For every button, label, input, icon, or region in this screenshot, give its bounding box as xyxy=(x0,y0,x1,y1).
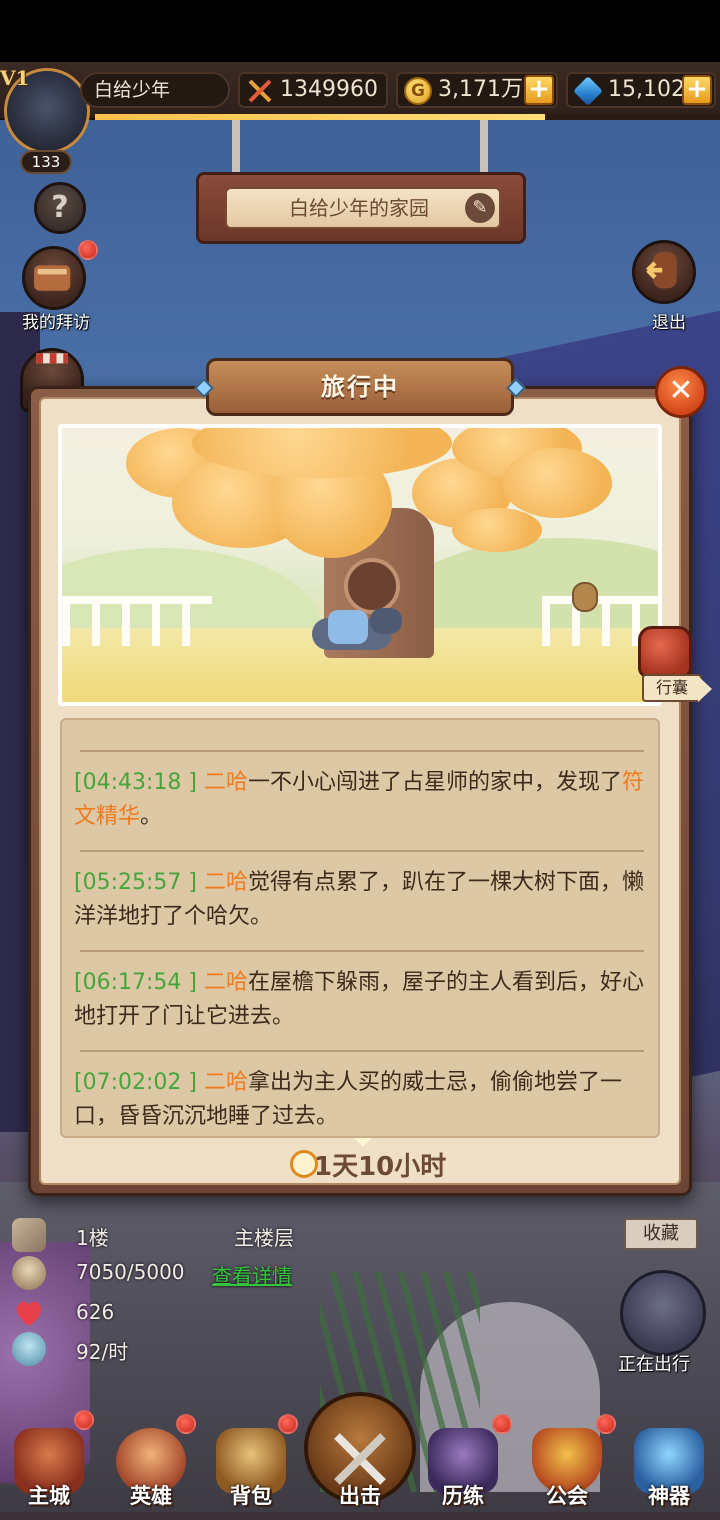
nav-label: 背包 xyxy=(230,1484,272,1508)
combat-power-display: 1349960 xyxy=(238,72,388,108)
husky-character xyxy=(298,600,408,664)
floor-type: 主楼层 xyxy=(234,1226,294,1250)
travel-bag-label: 行囊 xyxy=(642,674,702,702)
floor-row: 1楼 主楼层 xyxy=(0,1218,320,1254)
floor-value: 1楼 xyxy=(76,1226,109,1250)
bowl-icon xyxy=(12,1256,46,1290)
homeland-sign: 白给少年的家园 ✎ xyxy=(196,172,526,244)
gold-value: 3,171万 xyxy=(438,77,523,102)
traveling-label: 正在出行 xyxy=(618,1354,690,1375)
collect-button[interactable]: 收藏 xyxy=(624,1218,698,1250)
nav-training[interactable]: 历练 xyxy=(418,1414,512,1520)
traveling-pet-button[interactable] xyxy=(620,1270,706,1356)
nav-label: 神器 xyxy=(648,1484,690,1508)
log-divider xyxy=(80,750,644,752)
sign-rope-right xyxy=(480,120,488,180)
travel-bag-button[interactable]: 行囊 xyxy=(630,626,712,706)
tree-foliage xyxy=(452,508,542,552)
backpack-icon xyxy=(638,626,692,678)
nav-main-city[interactable]: 主城 xyxy=(4,1410,94,1520)
experience-bar xyxy=(95,114,720,120)
edit-pencil-icon[interactable]: ✎ xyxy=(465,193,495,223)
dialog-title-plate: 旅行中 xyxy=(194,358,526,416)
rate-value: 92/时 xyxy=(76,1340,129,1364)
add-gems-button[interactable]: + xyxy=(682,75,712,105)
homeland-title-plate[interactable]: 白给少年的家园 ✎ xyxy=(225,187,501,229)
notification-dot xyxy=(278,1414,298,1434)
nav-label: 历练 xyxy=(442,1484,484,1508)
homeland-title: 白给少年的家园 xyxy=(289,196,429,220)
sign-rope-left xyxy=(232,120,240,180)
exit-label: 退出 xyxy=(652,313,686,333)
husky-head xyxy=(370,608,402,634)
travel-timer: 1天10小时 xyxy=(0,1146,720,1186)
nav-attack[interactable]: 出击 xyxy=(315,1420,405,1520)
husky-cape xyxy=(328,610,368,644)
help-button[interactable]: ? xyxy=(34,182,86,234)
gold-coin-icon: G xyxy=(404,77,432,105)
log-entry: [06:17:54 ] 二哈在屋檐下躲雨，屋子的主人看到后，好心地打开了门让它进… xyxy=(74,970,644,1029)
travel-time-remaining: 1天10小时 xyxy=(314,1152,447,1182)
awning-icon xyxy=(36,353,68,364)
nav-artifact[interactable]: 神器 xyxy=(624,1420,714,1520)
notification-dot xyxy=(74,1410,94,1430)
fence-left xyxy=(62,596,212,646)
nav-backpack[interactable]: 背包 xyxy=(206,1414,298,1520)
heart-icon xyxy=(16,1301,42,1326)
mailbox-icon xyxy=(34,265,71,291)
dialog-title: 旅行中 xyxy=(321,373,399,401)
experience-fill xyxy=(95,114,545,120)
capacity-row: 7050/5000 查看详情 xyxy=(0,1256,320,1292)
notification-dot xyxy=(596,1414,616,1434)
gem-icon xyxy=(573,76,603,106)
log-divider xyxy=(80,1050,644,1052)
arrow-right-icon xyxy=(698,676,712,702)
vip-badge: V1 xyxy=(0,66,30,90)
crossed-swords-icon xyxy=(248,79,272,103)
log-entry: [04:43:18 ] 二哈一不小心闯进了占星师的家中，发现了符文精华。 xyxy=(74,770,644,829)
log-divider xyxy=(80,850,644,852)
rate-row: 92/时 xyxy=(0,1332,200,1368)
my-visits-label: 我的拜访 xyxy=(22,313,90,333)
nav-label: 英雄 xyxy=(130,1484,172,1508)
house-rate-icon xyxy=(12,1332,46,1366)
nav-heroes[interactable]: 英雄 xyxy=(106,1414,196,1520)
view-details-link[interactable]: 查看详情 xyxy=(212,1260,292,1289)
player-name: 白给少年 xyxy=(80,72,230,108)
notification-dot xyxy=(176,1414,196,1434)
travel-log[interactable]: [04:43:18 ] 二哈一不小心闯进了占星师的家中，发现了符文精华。 [05… xyxy=(60,718,660,1138)
bottom-navigation: 主城 英雄 背包 出击 历练 公会 神器 xyxy=(0,1410,720,1520)
gem-value: 15,102 xyxy=(608,77,685,102)
travel-scene-picture xyxy=(58,424,662,706)
gold-display: G 3,171万 + xyxy=(396,72,558,108)
add-gold-button[interactable]: + xyxy=(524,75,554,105)
log-entry: [05:25:57 ] 二哈觉得有点累了，趴在了一棵大树下面，懒洋洋地打了个哈欠… xyxy=(74,870,644,929)
hearts-value: 626 xyxy=(76,1300,115,1324)
owl-character xyxy=(572,582,598,612)
nav-label: 公会 xyxy=(546,1484,588,1508)
gem-display: 15,102 + xyxy=(566,72,716,108)
log-entry: [07:02:02 ] 二哈拿出为主人买的威士忌，偷偷地尝了一口，昏昏沉沉地睡了… xyxy=(74,1070,622,1129)
notification-dot xyxy=(492,1414,512,1434)
floor-cube-icon xyxy=(12,1218,46,1252)
combat-power-value: 1349960 xyxy=(280,77,378,102)
tree-foliage xyxy=(502,448,612,518)
close-button[interactable]: ✕ xyxy=(655,366,707,418)
nav-guild[interactable]: 公会 xyxy=(522,1414,616,1520)
log-divider xyxy=(80,950,644,952)
player-level: 133 xyxy=(20,150,72,174)
capacity-value: 7050/5000 xyxy=(76,1260,185,1284)
exit-door-icon xyxy=(646,252,677,289)
exit-button[interactable] xyxy=(632,240,696,304)
my-visits-button[interactable] xyxy=(22,246,86,310)
hearts-row: 626 xyxy=(0,1296,200,1332)
nav-label: 出击 xyxy=(339,1484,381,1508)
nav-label: 主城 xyxy=(28,1484,70,1508)
notification-dot xyxy=(78,240,98,260)
